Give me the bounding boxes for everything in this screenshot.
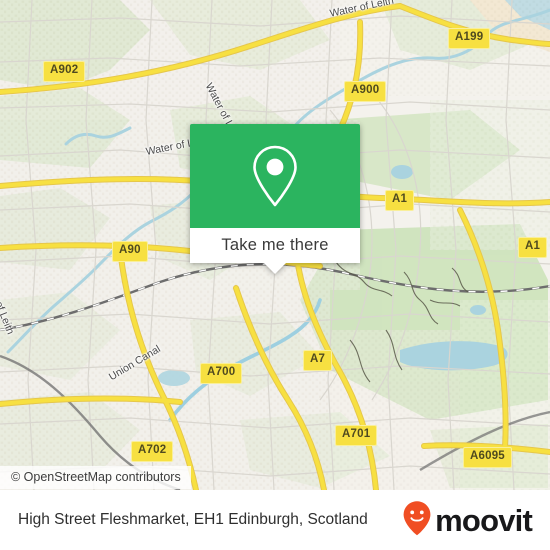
map-attribution[interactable]: © OpenStreetMap contributors — [0, 466, 191, 489]
road-shield-a6095[interactable]: A6095 — [463, 447, 512, 468]
road-shield-a702[interactable]: A702 — [131, 441, 174, 462]
road-shield-a199[interactable]: A199 — [448, 28, 491, 49]
road-shield-a1-east[interactable]: A1 — [518, 237, 548, 258]
callout-image-panel — [190, 124, 360, 228]
moovit-logo[interactable]: moovit — [402, 500, 533, 541]
callout-action-bar[interactable]: Take me there — [190, 228, 360, 274]
road-shield-a701[interactable]: A701 — [335, 425, 378, 446]
map-pin-icon — [249, 143, 301, 209]
road-shield-a902[interactable]: A902 — [43, 61, 86, 82]
moovit-wordmark: moovit — [435, 502, 533, 538]
road-shield-a900[interactable]: A900 — [344, 81, 387, 102]
location-callout[interactable]: Take me there — [190, 124, 360, 274]
moovit-pin-smiley-icon — [402, 500, 432, 541]
moovit-location-card: Water of Leith Water of Leith Water of L… — [0, 0, 550, 550]
location-title: High Street Fleshmarket, EH1 Edinburgh, … — [18, 511, 368, 528]
footer-bar: High Street Fleshmarket, EH1 Edinburgh, … — [0, 490, 550, 550]
road-shield-a700[interactable]: A700 — [200, 363, 243, 384]
map-canvas[interactable]: Water of Leith Water of Leith Water of L… — [0, 0, 550, 490]
road-shield-a7[interactable]: A7 — [303, 350, 333, 371]
take-me-there-button[interactable]: Take me there — [221, 236, 328, 255]
road-shield-a1-west[interactable]: A1 — [385, 190, 415, 211]
road-shield-a90[interactable]: A90 — [112, 241, 148, 262]
callout-tail — [264, 263, 286, 274]
